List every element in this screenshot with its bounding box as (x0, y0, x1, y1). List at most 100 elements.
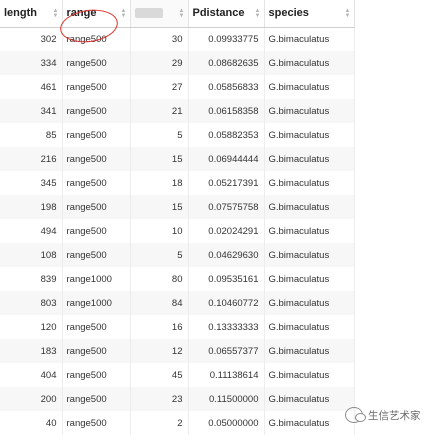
cell-pdistance: 0.06557377 (188, 339, 265, 363)
watermark-text: 生信艺术家 (368, 409, 421, 422)
cell-species: G.bimaculatus (264, 147, 355, 171)
cell-redacted: 15 (130, 147, 189, 171)
cell-length: 345 (0, 171, 63, 195)
cell-range: range500 (62, 27, 131, 51)
cell-species: G.bimaculatus (264, 51, 355, 75)
table-row: 108 range500 5 0.04629630 G.bimaculatus (0, 243, 355, 267)
cell-range: range500 (62, 51, 131, 75)
cell-pdistance: 0.05000000 (188, 411, 265, 435)
cell-species: G.bimaculatus (264, 219, 355, 243)
column-header-redacted[interactable]: ▲ ▼ (130, 0, 189, 28)
cell-length: 40 (0, 411, 63, 435)
table-row: 345 range500 18 0.05217391 G.bimaculatus (0, 171, 355, 195)
header-row: length ▲ ▼ range ▲ ▼ ▲ ▼ Pdistance ▲ ▼ speci… (0, 0, 355, 28)
table-row: 183 range500 12 0.06557377 G.bimaculatus (0, 339, 355, 363)
cell-redacted: 80 (130, 267, 189, 291)
cell-redacted: 30 (130, 27, 189, 51)
cell-range: range500 (62, 387, 131, 411)
cell-pdistance: 0.10460772 (188, 291, 265, 315)
cell-redacted: 5 (130, 123, 189, 147)
table-row: 803 range1000 84 0.10460772 G.bimaculatus (0, 291, 355, 315)
cell-species: G.bimaculatus (264, 339, 355, 363)
cell-pdistance: 0.08682635 (188, 51, 265, 75)
cell-range: range1000 (62, 267, 131, 291)
cell-range: range500 (62, 219, 131, 243)
cell-length: 85 (0, 123, 63, 147)
table-row: 216 range500 15 0.06944444 G.bimaculatus (0, 147, 355, 171)
table-row: 120 range500 16 0.13333333 G.bimaculatus (0, 315, 355, 339)
cell-range: range500 (62, 147, 131, 171)
cell-range: range500 (62, 363, 131, 387)
cell-length: 183 (0, 339, 63, 363)
cell-range: range500 (62, 75, 131, 99)
cell-redacted: 12 (130, 339, 189, 363)
table-row: 40 range500 2 0.05000000 G.bimaculatus (0, 411, 355, 435)
watermark: 生信艺术家 (345, 407, 421, 423)
cell-species: G.bimaculatus (264, 123, 355, 147)
cell-species: G.bimaculatus (264, 411, 355, 435)
cell-pdistance: 0.11500000 (188, 387, 265, 411)
column-header-length[interactable]: length ▲ ▼ (0, 0, 63, 28)
table-row: 200 range500 23 0.11500000 G.bimaculatus (0, 387, 355, 411)
cell-range: range500 (62, 411, 131, 435)
table-row: 404 range500 45 0.11138614 G.bimaculatus (0, 363, 355, 387)
table-row: 494 range500 10 0.02024291 G.bimaculatus (0, 219, 355, 243)
column-header-species[interactable]: species ▲ ▼ (264, 0, 355, 28)
cell-length: 216 (0, 147, 63, 171)
wechat-icon (345, 407, 366, 423)
cell-species: G.bimaculatus (264, 267, 355, 291)
cell-redacted: 45 (130, 363, 189, 387)
cell-length: 302 (0, 27, 63, 51)
sort-arrows-icon[interactable]: ▲ ▼ (53, 8, 59, 19)
cell-species: G.bimaculatus (264, 387, 355, 411)
cell-species: G.bimaculatus (264, 99, 355, 123)
cell-pdistance: 0.04629630 (188, 243, 265, 267)
redacted-label (134, 8, 163, 19)
cell-pdistance: 0.11138614 (188, 363, 265, 387)
data-table: length ▲ ▼ range ▲ ▼ ▲ ▼ Pdistance ▲ ▼ speci… (0, 0, 355, 435)
cell-pdistance: 0.13333333 (188, 315, 265, 339)
column-header-range[interactable]: range ▲ ▼ (62, 0, 131, 28)
cell-length: 120 (0, 315, 63, 339)
cell-redacted: 21 (130, 99, 189, 123)
table-body: 302 range500 30 0.09933775 G.bimaculatus 334 r… (0, 27, 355, 435)
cell-redacted: 29 (130, 51, 189, 75)
cell-species: G.bimaculatus (264, 75, 355, 99)
cell-length: 108 (0, 243, 63, 267)
sort-arrows-icon[interactable]: ▲ ▼ (121, 8, 127, 19)
cell-redacted: 2 (130, 411, 189, 435)
cell-redacted: 5 (130, 243, 189, 267)
cell-redacted: 27 (130, 75, 189, 99)
cell-pdistance: 0.05856833 (188, 75, 265, 99)
table-row: 85 range500 5 0.05882353 G.bimaculatus (0, 123, 355, 147)
column-header-label: range (66, 7, 97, 20)
sort-arrows-icon[interactable]: ▲ ▼ (179, 8, 185, 19)
sort-arrows-icon[interactable]: ▲ ▼ (345, 8, 351, 19)
cell-redacted: 16 (130, 315, 189, 339)
cell-range: range500 (62, 243, 131, 267)
cell-length: 334 (0, 51, 63, 75)
cell-pdistance: 0.06944444 (188, 147, 265, 171)
cell-range: range500 (62, 339, 131, 363)
cell-length: 404 (0, 363, 63, 387)
cell-range: range500 (62, 171, 131, 195)
cell-pdistance: 0.02024291 (188, 219, 265, 243)
column-header-label: species (268, 7, 309, 20)
cell-length: 341 (0, 99, 63, 123)
cell-species: G.bimaculatus (264, 315, 355, 339)
column-header-pdistance[interactable]: Pdistance ▲ ▼ (188, 0, 265, 28)
table-row: 461 range500 27 0.05856833 G.bimaculatus (0, 75, 355, 99)
cell-range: range500 (62, 315, 131, 339)
column-header-label: Pdistance (192, 7, 245, 20)
sort-arrows-icon[interactable]: ▲ ▼ (255, 8, 261, 19)
cell-species: G.bimaculatus (264, 363, 355, 387)
cell-species: G.bimaculatus (264, 243, 355, 267)
cell-pdistance: 0.07575758 (188, 195, 265, 219)
cell-range: range500 (62, 99, 131, 123)
cell-pdistance: 0.09933775 (188, 27, 265, 51)
cell-length: 803 (0, 291, 63, 315)
cell-redacted: 15 (130, 195, 189, 219)
cell-pdistance: 0.05217391 (188, 171, 265, 195)
column-header-label: length (4, 7, 37, 20)
cell-range: range1000 (62, 291, 131, 315)
